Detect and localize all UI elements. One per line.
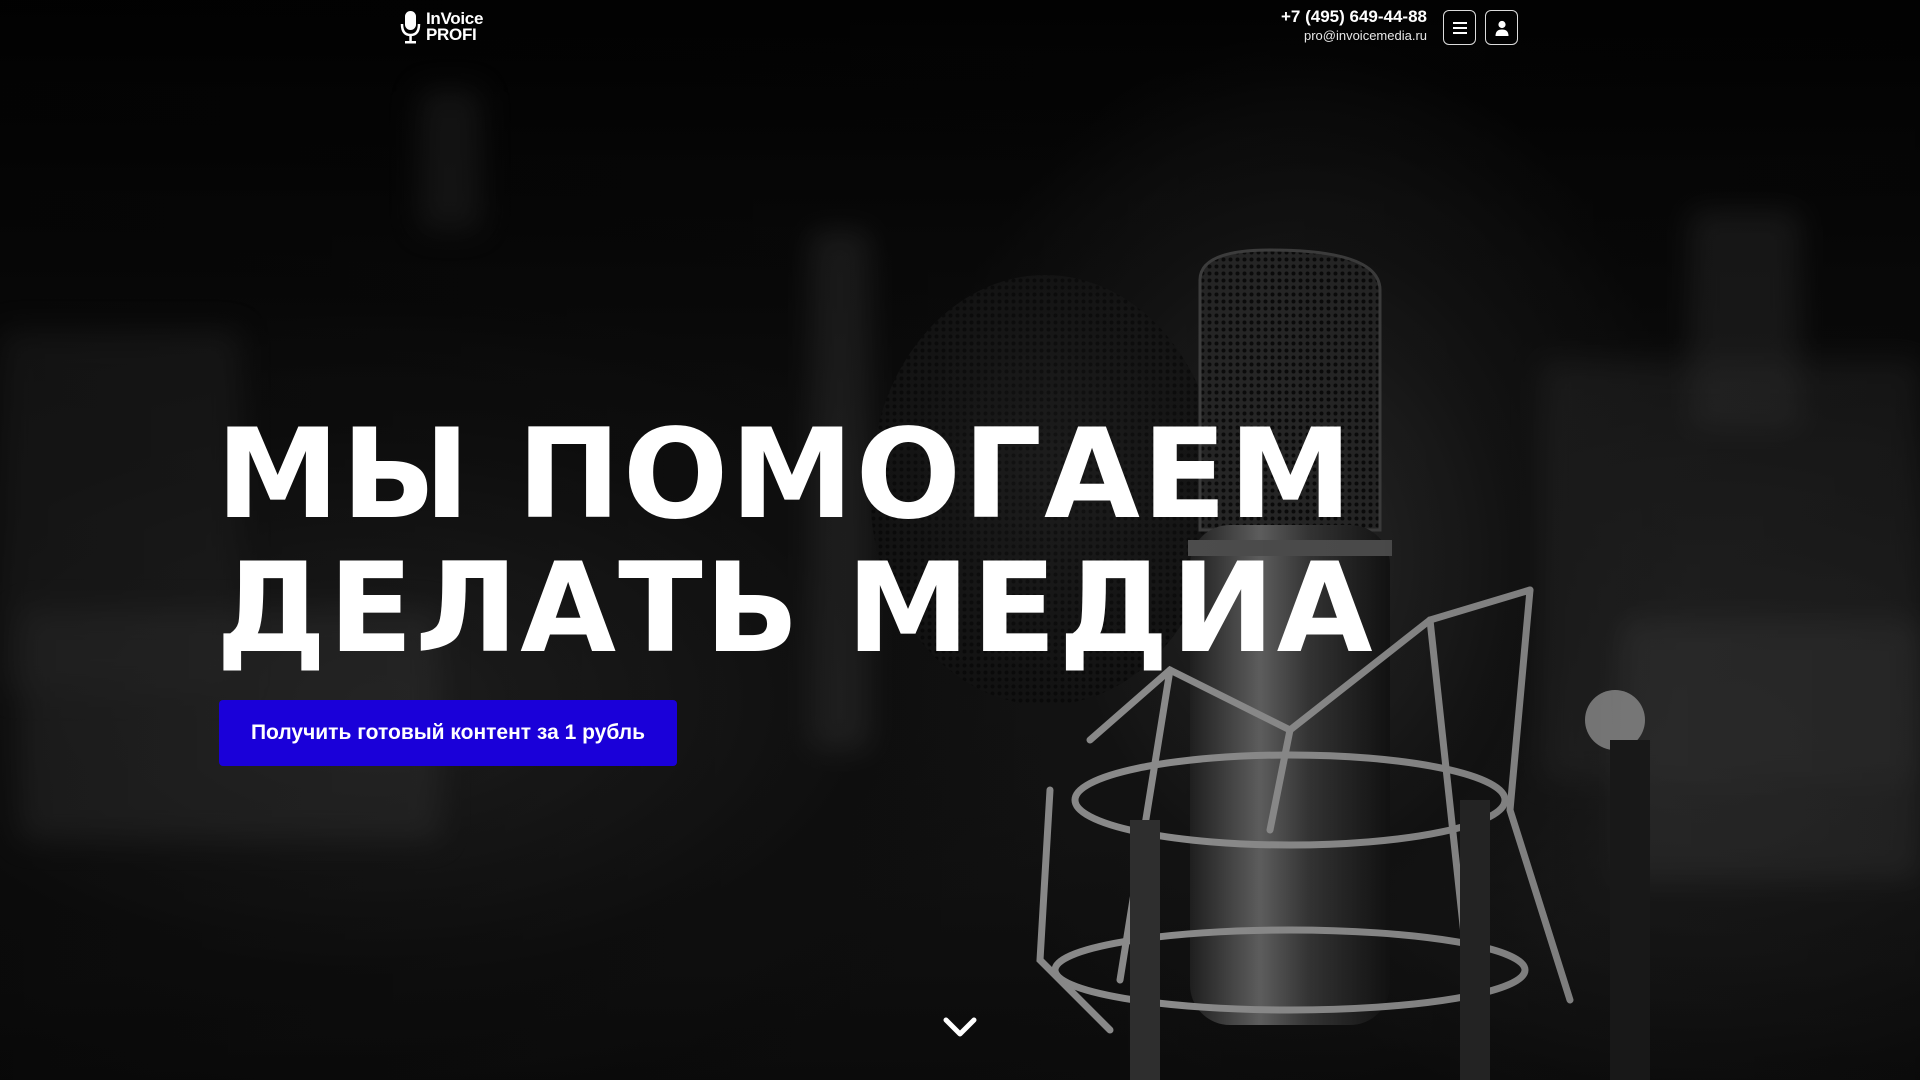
logo-line2: PROFI [426, 25, 477, 44]
hero-section: InVoice PROFI +7 (495) 649-44-88 pro@inv… [0, 0, 1920, 1080]
hamburger-icon [1452, 21, 1467, 34]
headline-line-1: МЫ ПОМОГАЕМ [216, 403, 1355, 547]
microphone-icon [400, 11, 421, 44]
user-icon [1495, 20, 1508, 36]
scroll-down-button[interactable] [941, 1013, 979, 1041]
phone-link[interactable]: +7 (495) 649-44-88 [1281, 7, 1427, 27]
site-header: InVoice PROFI +7 (495) 649-44-88 pro@inv… [0, 0, 1920, 60]
logo[interactable]: InVoice PROFI [400, 10, 483, 44]
menu-button[interactable] [1443, 10, 1476, 45]
headline-line-2: ДЕЛАТЬ МЕДИА [216, 537, 1375, 681]
account-button[interactable] [1485, 10, 1518, 45]
chevron-down-icon [943, 1017, 977, 1037]
hero-headline: МЫ ПОМОГАЕМ ДЕЛАТЬ МЕДИА [216, 408, 1375, 676]
get-content-button[interactable]: Получить готовый контент за 1 рубль [219, 700, 677, 766]
header-contacts: +7 (495) 649-44-88 pro@invoicemedia.ru [1281, 7, 1427, 45]
email-link[interactable]: pro@invoicemedia.ru [1281, 27, 1427, 45]
